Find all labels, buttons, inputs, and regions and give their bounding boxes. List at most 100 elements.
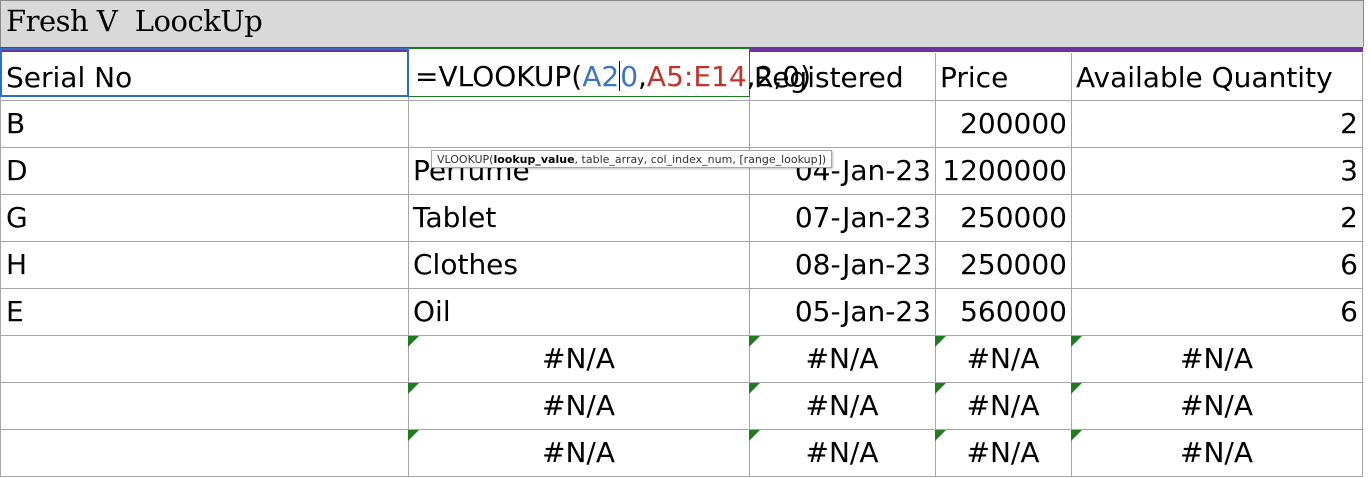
cell-serial-no-text: G — [6, 201, 28, 234]
sheet-title: Fresh V LoockUp — [6, 4, 263, 38]
formula-ref-lookup-a: A2 — [582, 60, 620, 93]
cell-product[interactable]: Oil — [408, 289, 750, 336]
cell-registered[interactable]: #N/A — [749, 383, 936, 430]
error-triangle-icon — [408, 430, 419, 441]
formula-text[interactable]: =VLOOKUP(A20,A5:E14,2,0) — [415, 57, 811, 97]
cell-registered-text: 07-Jan-23 — [794, 201, 931, 234]
cell-available-quantity[interactable]: 3 — [1071, 148, 1363, 195]
header-price[interactable]: Price — [935, 53, 1072, 101]
tooltip-fn: VLOOKUP( — [437, 153, 494, 166]
cell-price-text: #N/A — [966, 389, 1040, 422]
cell-product[interactable]: #N/A — [408, 430, 750, 477]
cell-registered[interactable]: 05-Jan-23 — [749, 289, 936, 336]
header-available-quantity[interactable]: Available Quantity — [1071, 53, 1363, 101]
cell-price[interactable]: 250000 — [935, 242, 1072, 289]
cell-serial-no-text: H — [6, 248, 28, 281]
cell-product-text: Oil — [413, 295, 451, 328]
cell-available-quantity[interactable]: #N/A — [1071, 383, 1363, 430]
cell-product[interactable]: #N/A — [408, 383, 750, 430]
error-triangle-icon — [935, 336, 946, 347]
tooltip-current-arg: lookup_value — [493, 153, 575, 166]
title-bar: Fresh V LoockUp — [0, 0, 1364, 47]
cell-available-quantity-text: 6 — [1340, 248, 1358, 281]
tooltip-rest: , table_array, col_index_num, [range_loo… — [574, 153, 827, 166]
error-triangle-icon — [1071, 430, 1082, 441]
formula-sep: , — [638, 60, 647, 93]
header-available-quantity-text: Available Quantity — [1076, 61, 1333, 94]
cell-available-quantity-text: 2 — [1340, 107, 1358, 140]
cell-product[interactable]: Clothes — [408, 242, 750, 289]
cell-available-quantity-text: 2 — [1340, 201, 1358, 234]
cell-serial-no-text: D — [6, 154, 28, 187]
cell-available-quantity-text: 3 — [1340, 154, 1358, 187]
cell-registered[interactable]: #N/A — [749, 430, 936, 477]
error-triangle-icon — [408, 383, 419, 394]
cell-serial-no-text: E — [6, 295, 24, 328]
cell-product-text: #N/A — [542, 342, 615, 375]
cell-serial-no[interactable] — [0, 336, 409, 383]
cell-price-text: 200000 — [960, 107, 1067, 140]
cell-serial-no[interactable] — [0, 383, 409, 430]
formula-ref-table: A5:E14 — [646, 60, 747, 93]
function-tooltip[interactable]: VLOOKUP(lookup_value, table_array, col_i… — [431, 150, 833, 168]
error-triangle-icon — [1071, 336, 1082, 347]
cell-serial-no[interactable]: B — [0, 101, 409, 148]
cell-price-text: #N/A — [966, 342, 1040, 375]
cell-product-text: Tablet — [413, 201, 497, 234]
cell-price[interactable]: 200000 — [935, 101, 1072, 148]
formula-ref-lookup-b: 0 — [620, 60, 639, 93]
cell-available-quantity[interactable]: #N/A — [1071, 336, 1363, 383]
formula-fn: =VLOOKUP( — [415, 60, 583, 93]
cell-registered[interactable] — [749, 101, 936, 148]
cell-available-quantity-text: #N/A — [1180, 389, 1253, 422]
cell-price-text: 250000 — [960, 201, 1067, 234]
error-triangle-icon — [749, 336, 760, 347]
header-serial-no[interactable]: Serial No — [0, 53, 409, 101]
error-triangle-icon — [935, 430, 946, 441]
cell-available-quantity[interactable]: 6 — [1071, 242, 1363, 289]
cell-price[interactable]: 1200000 — [935, 148, 1072, 195]
formula-args: ,2,0) — [746, 60, 812, 93]
cell-registered-text: 08-Jan-23 — [794, 248, 931, 281]
cell-registered-text: #N/A — [805, 436, 879, 469]
cell-registered-text: #N/A — [805, 389, 879, 422]
cell-available-quantity[interactable]: 6 — [1071, 289, 1363, 336]
cell-available-quantity-text: #N/A — [1180, 436, 1253, 469]
cell-registered[interactable]: 07-Jan-23 — [749, 195, 936, 242]
cell-available-quantity[interactable]: #N/A — [1071, 430, 1363, 477]
cell-product-text: #N/A — [542, 436, 615, 469]
cell-price-text: 250000 — [960, 248, 1067, 281]
cell-product[interactable] — [408, 101, 750, 148]
cell-price[interactable]: 560000 — [935, 289, 1072, 336]
cell-registered[interactable]: #N/A — [749, 336, 936, 383]
error-triangle-icon — [408, 336, 419, 347]
cell-price-text: 1200000 — [942, 154, 1067, 187]
cell-serial-no-text: B — [6, 107, 26, 140]
cell-registered-text: #N/A — [805, 342, 879, 375]
cell-price[interactable]: #N/A — [935, 430, 1072, 477]
error-triangle-icon — [1071, 383, 1082, 394]
cell-serial-no[interactable]: G — [0, 195, 409, 242]
cell-product[interactable]: Tablet — [408, 195, 750, 242]
cell-available-quantity[interactable]: 2 — [1071, 101, 1363, 148]
cell-serial-no[interactable] — [0, 430, 409, 477]
cell-product[interactable]: #N/A — [408, 336, 750, 383]
cell-registered-text: 05-Jan-23 — [794, 295, 931, 328]
cell-price[interactable]: #N/A — [935, 336, 1072, 383]
cell-serial-no[interactable]: E — [0, 289, 409, 336]
cell-product-text: Clothes — [413, 248, 518, 281]
error-triangle-icon — [749, 430, 760, 441]
cell-available-quantity-text: 6 — [1340, 295, 1358, 328]
cell-price[interactable]: #N/A — [935, 383, 1072, 430]
error-triangle-icon — [935, 383, 946, 394]
header-price-text: Price — [940, 61, 1009, 94]
cell-available-quantity[interactable]: 2 — [1071, 195, 1363, 242]
error-triangle-icon — [749, 383, 760, 394]
cell-price[interactable]: 250000 — [935, 195, 1072, 242]
cell-registered[interactable]: 08-Jan-23 — [749, 242, 936, 289]
cell-product-text: #N/A — [542, 389, 615, 422]
header-serial-no-text: Serial No — [6, 61, 133, 94]
cell-serial-no[interactable]: D — [0, 148, 409, 195]
cell-serial-no[interactable]: H — [0, 242, 409, 289]
cell-price-text: #N/A — [966, 436, 1040, 469]
